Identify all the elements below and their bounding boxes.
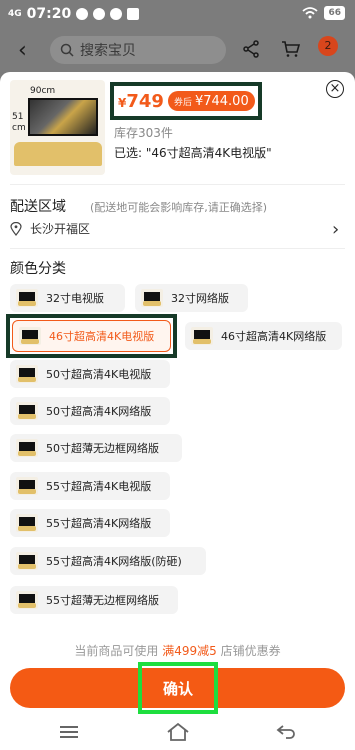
close-button[interactable]: ×: [326, 80, 344, 98]
color-option[interactable]: 50寸超高清4K电视版: [10, 360, 170, 388]
divider: [10, 184, 345, 185]
price-highlight-frame: ¥749 券后 ¥744.00: [110, 82, 262, 120]
divider: [10, 248, 345, 249]
region-subtitle: (配送地可能会影响库存,请正确选择): [90, 201, 268, 214]
sofa-image: [14, 142, 102, 166]
promo-suffix: 店铺优惠券: [220, 644, 281, 658]
chevron-right-icon[interactable]: ›: [332, 219, 339, 240]
promo-highlight[interactable]: 满499减5: [162, 644, 217, 658]
color-option-label: 55寸超高清4K网络版(防砸): [46, 555, 182, 568]
promo-prefix: 当前商品可使用: [74, 644, 159, 658]
price: ¥749: [118, 91, 164, 112]
location-row[interactable]: 长沙开福区: [10, 220, 90, 237]
height-dimension-label: 51 cm: [12, 112, 26, 133]
color-option[interactable]: 46寸超高清4K网络版: [185, 322, 342, 350]
tv-thumbnail-icon: [191, 327, 213, 345]
search-placeholder: 搜索宝贝: [80, 43, 136, 59]
wifi-icon: [302, 7, 319, 19]
tv-image: [28, 98, 98, 136]
tv-thumbnail-icon: [16, 552, 38, 570]
color-option[interactable]: 55寸超高清4K网络版(防砸): [10, 547, 206, 575]
color-option-label: 55寸超高清4K网络版: [46, 517, 152, 530]
tv-thumbnail-icon: [16, 514, 38, 532]
color-option-label: 46寸超高清4K网络版: [221, 330, 327, 343]
color-option[interactable]: 32寸电视版: [10, 284, 125, 312]
tv-thumbnail-icon: [16, 477, 38, 495]
location-text: 长沙开福区: [30, 222, 91, 236]
app-notification-icon: [76, 8, 89, 20]
color-option-label: 50寸超薄无边框网络版: [46, 442, 159, 455]
color-option-label: 32寸网络版: [171, 292, 229, 305]
stock-count: 库存303件: [114, 126, 173, 140]
search-field[interactable]: 搜索宝贝: [50, 36, 226, 64]
color-option-label: 32寸电视版: [46, 292, 104, 305]
color-option-label: 55寸超薄无边框网络版: [46, 594, 159, 607]
color-option[interactable]: 55寸超高清4K网络版: [10, 509, 170, 537]
cloud-notification-icon: [93, 8, 106, 20]
color-option-label: 46寸超高清4K电视版: [49, 330, 155, 343]
coupon-tag: 券后: [173, 97, 192, 108]
confirm-button-label[interactable]: 确认: [138, 662, 218, 714]
status-bar: 4G 07:20 66: [0, 0, 355, 28]
region-title: 配送区域: [10, 199, 66, 215]
cart-icon[interactable]: [281, 40, 301, 58]
status-time: 07:20: [26, 6, 72, 22]
color-option-label: 50寸超高清4K网络版: [46, 405, 152, 418]
cart-count-badge[interactable]: 2: [318, 36, 338, 56]
color-option[interactable]: 55寸超高清4K电视版: [10, 472, 170, 500]
share-icon[interactable]: [242, 40, 260, 58]
coupon-promo-text: 当前商品可使用 满499减5 店铺优惠券: [0, 642, 355, 659]
color-option-label: 55寸超高清4K电视版: [46, 480, 152, 493]
color-option[interactable]: 50寸超薄无边框网络版: [10, 434, 182, 462]
sku-selection-sheet: 90cm 51 cm ¥749 券后 ¥744.00 × 库存303件 已选: …: [0, 72, 355, 750]
system-navigation-bar: [0, 716, 355, 750]
width-dimension-label: 90cm: [30, 86, 56, 96]
color-option[interactable]: 32寸网络版: [135, 284, 248, 312]
color-option-selected[interactable]: 46寸超高清4K电视版: [12, 320, 171, 352]
tv-thumbnail-icon: [16, 439, 38, 457]
check-notification-icon: [127, 8, 140, 20]
coupon-price: ¥744.00: [194, 93, 249, 109]
search-icon: [60, 43, 74, 57]
tv-thumbnail-icon: [16, 591, 38, 609]
battery-indicator: 66: [324, 6, 345, 20]
back-arrow-icon[interactable]: ‹: [18, 38, 27, 63]
tv-thumbnail-icon: [16, 402, 38, 420]
dot-notification-icon: [110, 8, 123, 20]
color-option[interactable]: 55寸超薄无边框网络版: [10, 586, 178, 614]
color-category-title: 颜色分类: [10, 261, 66, 277]
location-pin-icon: [10, 221, 22, 236]
product-thumbnail[interactable]: 90cm 51 cm: [10, 80, 105, 175]
selected-variant: 已选: "46寸超高清4K电视版": [114, 146, 272, 160]
signal-indicator: 4G: [8, 8, 22, 19]
home-icon[interactable]: [166, 722, 190, 742]
tv-thumbnail-icon: [16, 365, 38, 383]
tv-thumbnail-icon: [16, 289, 38, 307]
price-value: 749: [126, 90, 164, 112]
tv-thumbnail-icon: [19, 327, 41, 345]
color-option-label: 50寸超高清4K电视版: [46, 368, 152, 381]
product-navbar: ‹ 搜索宝贝 2: [0, 28, 355, 72]
color-option[interactable]: 50寸超高清4K网络版: [10, 397, 170, 425]
tv-thumbnail-icon: [141, 289, 163, 307]
coupon-price-badge: 券后 ¥744.00: [167, 91, 255, 111]
menu-icon[interactable]: [60, 726, 78, 738]
back-icon[interactable]: [276, 724, 296, 740]
